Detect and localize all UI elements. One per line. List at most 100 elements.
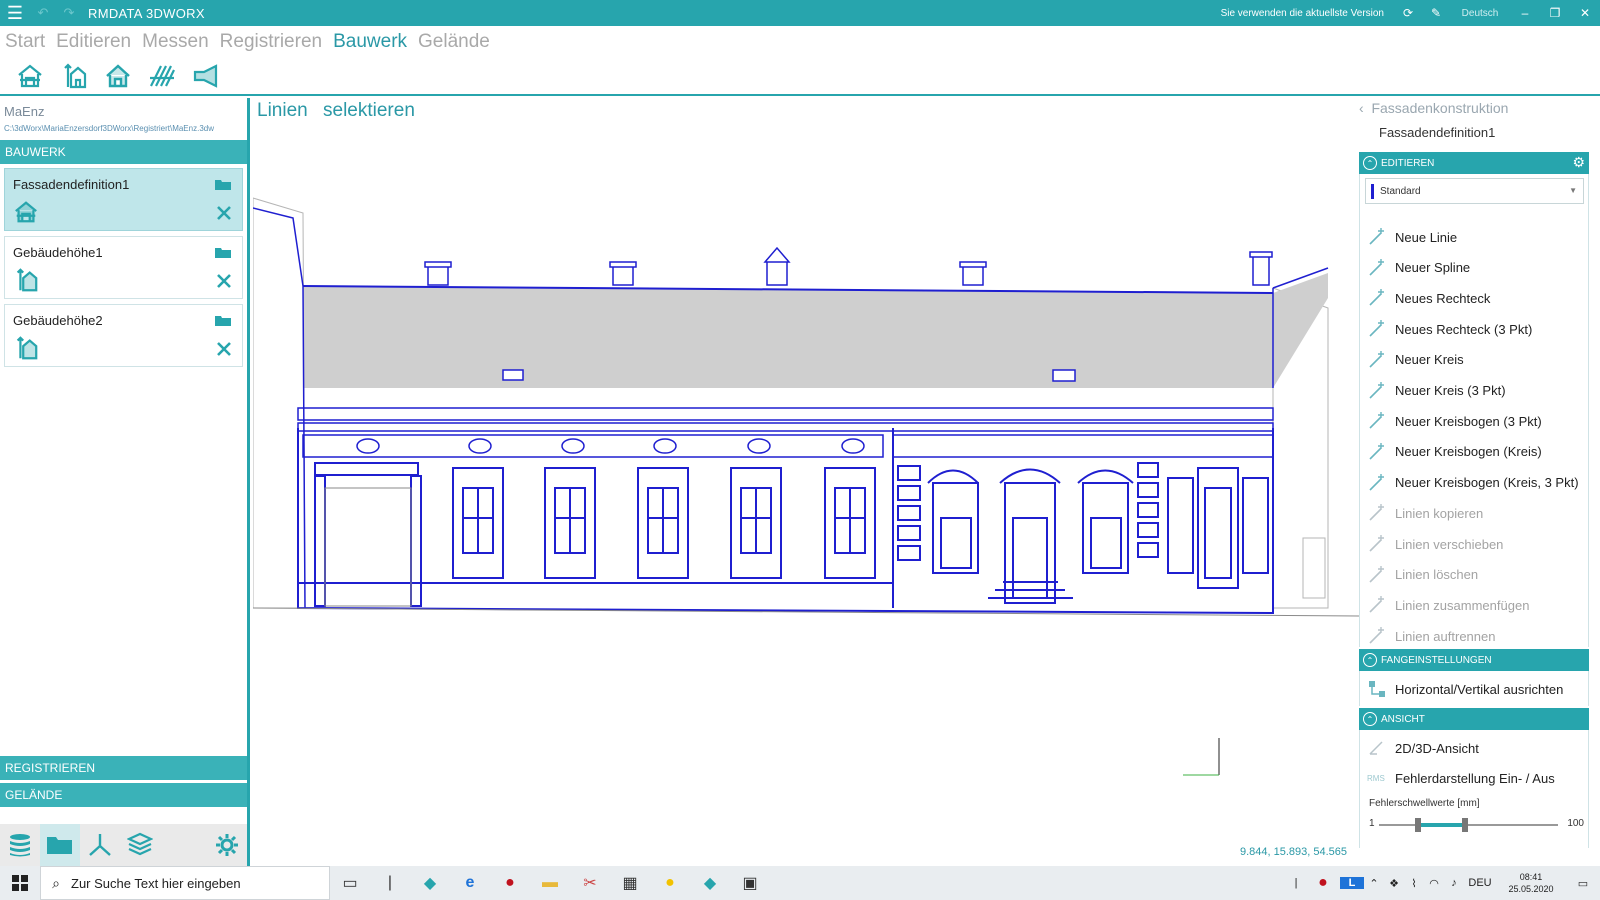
- canvas-title-part2: selektieren: [323, 100, 415, 121]
- collapse-icon[interactable]: ⌃: [1363, 653, 1377, 667]
- line-style-select[interactable]: Standard ▼: [1365, 178, 1584, 204]
- wifi-icon[interactable]: ◠: [1424, 877, 1444, 890]
- draw-line-icon: [1369, 289, 1384, 306]
- section-fangeinstellungen[interactable]: ⌃ FANGEINSTELLUNGEN: [1359, 649, 1589, 671]
- hamburger-menu-icon[interactable]: ☰: [0, 0, 30, 26]
- snipping-tool-icon[interactable]: ✂: [570, 866, 610, 900]
- redo-icon[interactable]: ↷: [56, 5, 82, 21]
- edit-item-9[interactable]: Linien kopieren: [1367, 502, 1483, 524]
- close-icon[interactable]: [216, 273, 232, 289]
- error-display-label: Fehlerdarstellung Ein- / Aus: [1395, 770, 1555, 786]
- refresh-icon[interactable]: ⟳: [1394, 6, 1422, 20]
- red-app-icon[interactable]: ●: [490, 866, 530, 900]
- close-window-button[interactable]: ✕: [1570, 6, 1600, 20]
- view-2d3d-icon: [1369, 741, 1383, 755]
- notification-icon[interactable]: ▭: [1566, 877, 1600, 890]
- edit-item-13[interactable]: Linien auftrennen: [1367, 625, 1495, 647]
- minimize-button[interactable]: –: [1510, 6, 1540, 20]
- taskbar-search[interactable]: ⌕ Zur Suche Text hier eingeben: [40, 866, 330, 900]
- card-fassadendefinition1[interactable]: Fassadendefinition1: [4, 168, 243, 231]
- menu-bauwerk[interactable]: Bauwerk: [333, 31, 407, 53]
- edit-item-5[interactable]: Neuer Kreis (3 Pkt): [1367, 380, 1506, 402]
- close-icon[interactable]: [216, 341, 232, 357]
- 3dworx-second-icon[interactable]: ◆: [690, 866, 730, 900]
- red-tray-icon[interactable]: ●: [1306, 874, 1340, 892]
- section-registrieren[interactable]: REGISTRIEREN: [0, 756, 247, 780]
- back-to-facade-construction[interactable]: ‹ Fassadenkonstruktion: [1359, 100, 1508, 116]
- axes-icon[interactable]: [80, 824, 120, 866]
- file-explorer-icon[interactable]: ▬: [530, 866, 570, 900]
- undo-icon[interactable]: ↶: [30, 5, 56, 21]
- edit-item-12[interactable]: Linien zusammenfügen: [1367, 594, 1529, 616]
- projector-icon[interactable]: [184, 59, 228, 93]
- tools-icon[interactable]: ✎: [1422, 6, 1450, 20]
- section-ansicht[interactable]: ⌃ ANSICHT: [1359, 708, 1589, 730]
- edit-item-4[interactable]: Neuer Kreis: [1367, 349, 1464, 371]
- restore-button[interactable]: ❐: [1540, 6, 1570, 20]
- toggle-2d-3d-view[interactable]: 2D/3D-Ansicht: [1367, 737, 1479, 759]
- edge-browser-icon[interactable]: e: [450, 866, 490, 900]
- threshold-slider[interactable]: 1 100: [1369, 815, 1584, 835]
- edit-item-7[interactable]: Neuer Kreisbogen (Kreis): [1367, 441, 1542, 463]
- layers-icon[interactable]: [120, 824, 160, 866]
- gear-icon[interactable]: [207, 824, 247, 866]
- house-outline-icon[interactable]: [96, 59, 140, 93]
- section-bauwerk[interactable]: BAUWERK: [0, 140, 247, 164]
- drawing-canvas[interactable]: Linien selektieren 9.844, 15.893, 54.565: [253, 98, 1359, 866]
- gear-icon[interactable]: ⚙: [1572, 154, 1585, 171]
- sticky-notes-icon[interactable]: ●: [650, 866, 690, 900]
- menu-editieren[interactable]: Editieren: [56, 31, 131, 53]
- folder-open-icon[interactable]: [214, 177, 232, 191]
- building-height-icon[interactable]: [52, 59, 96, 93]
- card-gebaeudehoehe1[interactable]: Gebäudehöhe1: [4, 236, 243, 299]
- menu-registrieren[interactable]: Registrieren: [220, 31, 322, 53]
- taskbar-clock[interactable]: 08:41 25.05.2020: [1496, 871, 1566, 895]
- slider-thumb-low[interactable]: [1415, 818, 1422, 832]
- edit-item-3[interactable]: Neues Rechteck (3 Pkt): [1367, 318, 1532, 340]
- facade-house-icon[interactable]: [8, 59, 52, 93]
- language-selector[interactable]: Deutsch: [1450, 8, 1510, 19]
- toggle-error-display[interactable]: RMS Fehlerdarstellung Ein- / Aus: [1367, 767, 1555, 789]
- folder-open-icon[interactable]: [214, 245, 232, 259]
- align-horizontal-vertical[interactable]: Horizontal/Vertikal ausrichten: [1367, 678, 1563, 700]
- hatch-lines-icon[interactable]: [140, 59, 184, 93]
- edit-item-1[interactable]: Neuer Spline: [1367, 257, 1470, 279]
- photos-icon[interactable]: ▣: [730, 866, 770, 900]
- network-icon[interactable]: ⌇: [1404, 877, 1424, 890]
- task-view-icon[interactable]: ▭: [330, 866, 370, 900]
- calculator-icon[interactable]: ▦: [610, 866, 650, 900]
- align-label: Horizontal/Vertikal ausrichten: [1395, 681, 1564, 697]
- input-language[interactable]: DEU: [1464, 877, 1496, 889]
- edit-item-2[interactable]: Neues Rechteck: [1367, 287, 1490, 309]
- canvas-title-part1: Linien: [257, 100, 308, 121]
- facade-pointcloud-drawing[interactable]: [253, 138, 1359, 858]
- menu-start[interactable]: Start: [5, 31, 45, 53]
- folder-open-icon[interactable]: [214, 313, 232, 327]
- edit-item-0[interactable]: Neue Linie: [1367, 226, 1457, 248]
- card-gebaeudehoehe2[interactable]: Gebäudehöhe2: [4, 304, 243, 367]
- dropbox-icon[interactable]: ❖: [1384, 877, 1404, 890]
- edit-item-10[interactable]: Linien verschieben: [1367, 533, 1503, 555]
- collapse-icon[interactable]: ⌃: [1363, 712, 1377, 726]
- clock-date: 25.05.2020: [1508, 884, 1554, 894]
- section-gelaende[interactable]: GELÄNDE: [0, 783, 247, 807]
- chevron-up-icon[interactable]: ⌃: [1364, 877, 1384, 890]
- edit-item-11[interactable]: Linien löschen: [1367, 564, 1478, 586]
- slider-thumb-high[interactable]: [1461, 818, 1468, 832]
- view-2d3d-label: 2D/3D-Ansicht: [1395, 740, 1479, 756]
- menu-messen[interactable]: Messen: [142, 31, 209, 53]
- l-app-tray-icon[interactable]: L: [1340, 877, 1364, 889]
- left-bottom-toolbar: [0, 824, 247, 866]
- 3dworx-app-icon[interactable]: ◆: [410, 866, 450, 900]
- windows-start-icon[interactable]: [0, 866, 40, 900]
- edit-item-8[interactable]: Neuer Kreisbogen (Kreis, 3 Pkt): [1367, 472, 1579, 494]
- database-icon[interactable]: [0, 824, 40, 866]
- edit-item-6[interactable]: Neuer Kreisbogen (3 Pkt): [1367, 410, 1542, 432]
- left-panel: MaEnz C:\3dWorx\MariaEnzersdorf3DWorx\Re…: [0, 98, 250, 866]
- folder-open-icon[interactable]: [40, 824, 80, 866]
- close-icon[interactable]: [216, 205, 232, 221]
- section-editieren[interactable]: ⌃ EDITIEREN ⚙: [1359, 152, 1589, 174]
- collapse-icon[interactable]: ⌃: [1363, 156, 1377, 170]
- volume-icon[interactable]: ♪: [1444, 877, 1464, 889]
- menu-gelaende[interactable]: Gelände: [418, 31, 490, 53]
